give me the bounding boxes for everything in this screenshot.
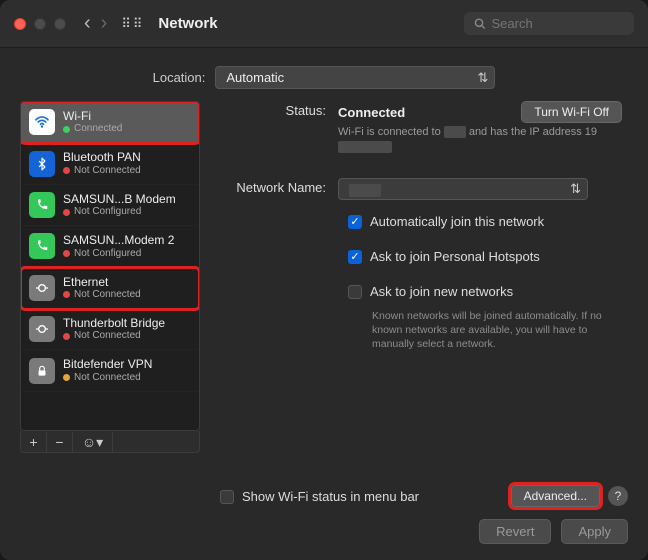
sidebar-item-label: SAMSUN...Modem 2 <box>63 233 174 247</box>
footer-row-1: Show Wi-Fi status in menu bar Advanced..… <box>0 475 648 511</box>
redacted-ip <box>338 141 392 153</box>
status-dot-icon <box>63 209 70 216</box>
nav-buttons: ‹ › <box>84 12 107 35</box>
help-button[interactable]: ? <box>608 486 628 506</box>
lock-icon <box>29 358 55 384</box>
sidebar-item-ethernet[interactable]: Ethernet Not Connected <box>21 268 199 309</box>
add-interface-button[interactable]: + <box>21 432 47 452</box>
redacted-ssid <box>444 126 466 138</box>
location-select[interactable]: Automatic ⇅ <box>215 66 495 89</box>
search-icon <box>474 17 485 30</box>
ask-new-networks-label: Ask to join new networks <box>370 284 513 299</box>
content-area: Wi-Fi Connected Bluetooth PAN Not Connec… <box>0 101 648 475</box>
ask-hotspots-checkbox[interactable]: ✓ Ask to join Personal Hotspots <box>348 249 622 264</box>
search-field[interactable] <box>464 12 634 35</box>
ethernet-icon <box>29 316 55 342</box>
checkbox-off-icon <box>348 285 362 299</box>
status-dot-icon <box>63 250 70 257</box>
sidebar-item-wifi[interactable]: Wi-Fi Connected <box>21 102 199 143</box>
sidebar-item-label: SAMSUN...B Modem <box>63 192 176 206</box>
status-dot-icon <box>63 291 70 298</box>
ask-new-networks-hint: Known networks will be joined automatica… <box>372 309 622 352</box>
status-dot-icon <box>63 167 70 174</box>
ask-new-networks-checkbox[interactable]: Ask to join new networks <box>348 284 622 299</box>
network-name-label: Network Name: <box>218 178 338 200</box>
phone-icon <box>29 233 55 259</box>
status-dot-icon <box>63 126 70 133</box>
wifi-icon <box>29 109 55 135</box>
footer-row-2: Revert Apply <box>0 511 648 560</box>
interfaces-sidebar: Wi-Fi Connected Bluetooth PAN Not Connec… <box>20 101 200 431</box>
titlebar: ‹ › ⠿⠿ Network <box>0 0 648 48</box>
sidebar-item-label: Thunderbolt Bridge <box>63 316 165 330</box>
sidebar-item-bluetooth-pan[interactable]: Bluetooth PAN Not Connected <box>21 143 199 184</box>
status-dot-icon <box>63 374 70 381</box>
back-icon[interactable]: ‹ <box>84 12 91 35</box>
show-menu-bar-checkbox[interactable]: Show Wi-Fi status in menu bar <box>220 489 419 504</box>
status-row: Status: Connected Turn Wi-Fi Off Wi-Fi i… <box>218 101 622 156</box>
close-window-icon[interactable] <box>14 18 26 30</box>
network-name-row: Network Name: ⇅ <box>218 178 622 200</box>
network-name-select[interactable]: ⇅ <box>338 178 588 200</box>
checkbox-on-icon: ✓ <box>348 215 362 229</box>
sidebar-item-modem-2[interactable]: SAMSUN...Modem 2 Not Configured <box>21 226 199 267</box>
status-dot-icon <box>63 333 70 340</box>
phone-icon <box>29 192 55 218</box>
show-all-icon[interactable]: ⠿⠿ <box>121 16 144 32</box>
sidebar-item-label: Ethernet <box>63 275 141 289</box>
location-label: Location: <box>153 70 206 85</box>
updown-icon: ⇅ <box>477 70 488 86</box>
sidebar-item-label: Bluetooth PAN <box>63 150 141 164</box>
show-menu-bar-label: Show Wi-Fi status in menu bar <box>242 489 419 504</box>
advanced-button[interactable]: Advanced... <box>511 485 600 507</box>
location-value: Automatic <box>226 70 284 85</box>
status-value: Connected <box>338 105 405 120</box>
ask-hotspots-label: Ask to join Personal Hotspots <box>370 249 540 264</box>
preferences-window: ‹ › ⠿⠿ Network Location: Automatic ⇅ <box>0 0 648 560</box>
revert-button[interactable]: Revert <box>479 519 551 544</box>
more-actions-button[interactable]: ☺︎▾ <box>73 432 113 452</box>
auto-join-checkbox[interactable]: ✓ Automatically join this network <box>348 214 622 229</box>
location-row: Location: Automatic ⇅ <box>0 48 648 101</box>
window-title: Network <box>158 15 464 32</box>
turn-wifi-off-button[interactable]: Turn Wi-Fi Off <box>521 101 622 123</box>
checkbox-on-icon: ✓ <box>348 250 362 264</box>
bluetooth-icon <box>29 151 55 177</box>
sidebar-item-label: Wi-Fi <box>63 109 122 123</box>
status-label: Status: <box>218 101 338 156</box>
sidebar-item-modem-1[interactable]: SAMSUN...B Modem Not Configured <box>21 185 199 226</box>
redacted-network-name <box>349 184 381 197</box>
window-traffic-lights <box>14 18 66 30</box>
sidebar-item-label: Bitdefender VPN <box>63 357 152 371</box>
sidebar-actions: + − ☺︎▾ <box>20 431 200 453</box>
updown-icon: ⇅ <box>570 181 581 197</box>
sidebar-item-vpn[interactable]: Bitdefender VPN Not Connected <box>21 350 199 391</box>
minimize-window-icon[interactable] <box>34 18 46 30</box>
status-description: Wi-Fi is connected to and has the IP add… <box>338 125 622 156</box>
zoom-window-icon[interactable] <box>54 18 66 30</box>
sidebar-container: Wi-Fi Connected Bluetooth PAN Not Connec… <box>20 101 200 465</box>
sidebar-item-thunderbolt[interactable]: Thunderbolt Bridge Not Connected <box>21 309 199 350</box>
forward-icon[interactable]: › <box>101 12 108 35</box>
checkbox-off-icon <box>220 490 234 504</box>
ethernet-icon <box>29 275 55 301</box>
apply-button[interactable]: Apply <box>561 519 628 544</box>
remove-interface-button[interactable]: − <box>47 432 73 452</box>
detail-panel: Status: Connected Turn Wi-Fi Off Wi-Fi i… <box>218 101 628 465</box>
search-input[interactable] <box>491 16 624 31</box>
auto-join-label: Automatically join this network <box>370 214 544 229</box>
